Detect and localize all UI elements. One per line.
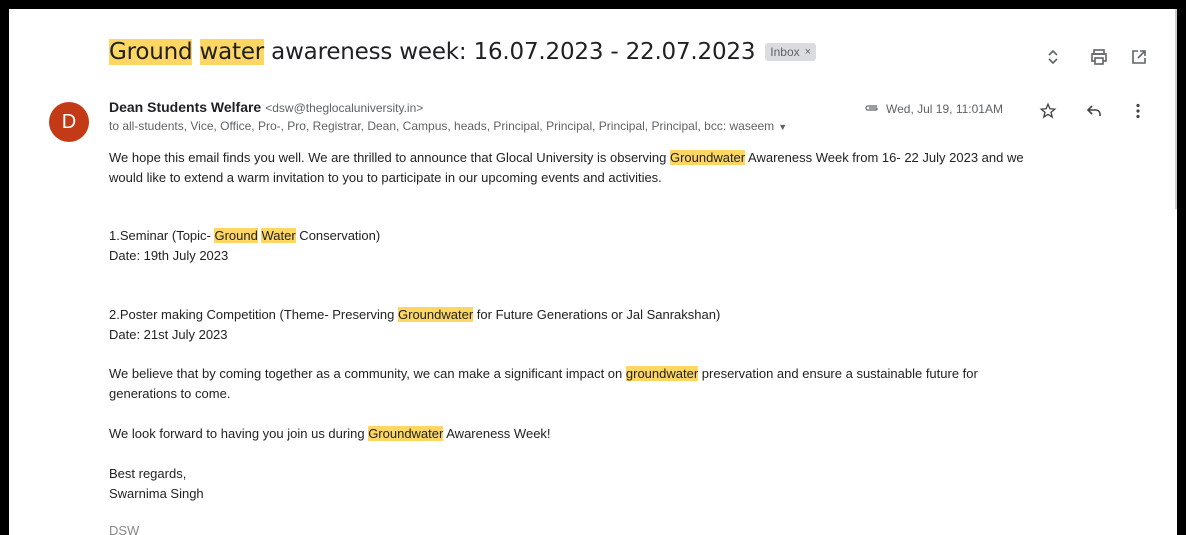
event-poster: 2.Poster making Competition (Theme- Pres… xyxy=(109,305,720,345)
highlighted-term: Groundwater xyxy=(398,307,474,322)
more-options-icon[interactable] xyxy=(1126,99,1150,123)
highlighted-term: groundwater xyxy=(625,366,699,381)
highlighted-term: Ground xyxy=(109,39,193,65)
body-text: for Future Generations or Jal Sanrakshan… xyxy=(473,307,721,322)
body-text: Awareness Week from 16- 22 July 2023 and… xyxy=(745,150,1024,165)
star-icon[interactable] xyxy=(1036,99,1060,123)
email-view: Ground water awareness week: 16.07.2023 … xyxy=(9,9,1177,535)
recipients-line: to all-students, Vice, Office, Pro-, Pro… xyxy=(109,119,787,133)
body-text: 1.Seminar (Topic- xyxy=(109,228,215,243)
open-in-new-window-icon[interactable] xyxy=(1127,45,1151,69)
body-text: Conservation) xyxy=(295,228,381,243)
sender-email: <dsw@theglocaluniversity.in> xyxy=(265,101,424,115)
scrollbar[interactable] xyxy=(1175,9,1177,209)
print-icon[interactable] xyxy=(1087,45,1111,69)
event-seminar: 1.Seminar (Topic- Ground Water Conservat… xyxy=(109,226,380,266)
event-date: Date: 19th July 2023 xyxy=(109,248,229,263)
signature-block: Best regards, Swarnima Singh xyxy=(109,464,204,504)
reply-icon[interactable] xyxy=(1082,99,1106,123)
highlighted-term: Ground xyxy=(214,228,258,243)
body-text: Awareness Week! xyxy=(443,426,551,441)
remove-label-icon[interactable]: × xyxy=(805,46,811,58)
highlighted-term: Groundwater xyxy=(669,150,746,165)
sender-name[interactable]: Dean Students Welfare xyxy=(109,99,261,115)
message-date: Wed, Jul 19, 11:01AM xyxy=(886,101,1003,116)
sender-line: Dean Students Welfare <dsw@theglocalunive… xyxy=(109,99,423,115)
closing-text: Best regards, xyxy=(109,466,187,481)
recipients-text: to all-students, Vice, Office, Pro-, Pro… xyxy=(109,119,775,133)
body-text: 2.Poster making Competition (Theme- Pres… xyxy=(109,307,399,322)
expand-collapse-icon[interactable] xyxy=(1041,45,1065,69)
signature-title: DSW xyxy=(109,523,140,535)
body-paragraph: We hope this email finds you well. We ar… xyxy=(109,148,1024,188)
subject-text: awareness week: 16.07.2023 - 22.07.2023 xyxy=(264,39,756,65)
body-text: preservation and ensure a sustainable fu… xyxy=(698,366,978,381)
show-details-icon[interactable]: ▼ xyxy=(778,122,787,132)
body-paragraph: We believe that by coming together as a … xyxy=(109,364,978,404)
body-text: would like to extend a warm invitation t… xyxy=(109,170,662,185)
event-date: Date: 21st July 2023 xyxy=(109,327,228,342)
body-text: generations to come. xyxy=(109,386,231,401)
attachment-icon xyxy=(864,101,880,116)
email-subject: Ground water awareness week: 16.07.2023 … xyxy=(109,39,755,65)
body-text: We hope this email finds you well. We ar… xyxy=(109,150,670,165)
avatar[interactable]: D xyxy=(49,102,89,142)
subject-row: Ground water awareness week: 16.07.2023 … xyxy=(109,39,817,65)
inbox-label: Inbox xyxy=(770,45,800,59)
highlighted-term: Groundwater xyxy=(368,426,444,441)
highlighted-term: Water xyxy=(261,228,296,243)
body-text: We look forward to having you join us du… xyxy=(109,426,369,441)
signature-name: Swarnima Singh xyxy=(109,486,204,501)
subject-text xyxy=(192,39,199,65)
message-meta: Wed, Jul 19, 11:01AM xyxy=(864,101,1003,116)
highlighted-term: water xyxy=(199,39,265,65)
body-paragraph: We look forward to having you join us du… xyxy=(109,424,551,444)
body-text: We believe that by coming together as a … xyxy=(109,366,626,381)
inbox-label-badge[interactable]: Inbox × xyxy=(765,43,817,61)
